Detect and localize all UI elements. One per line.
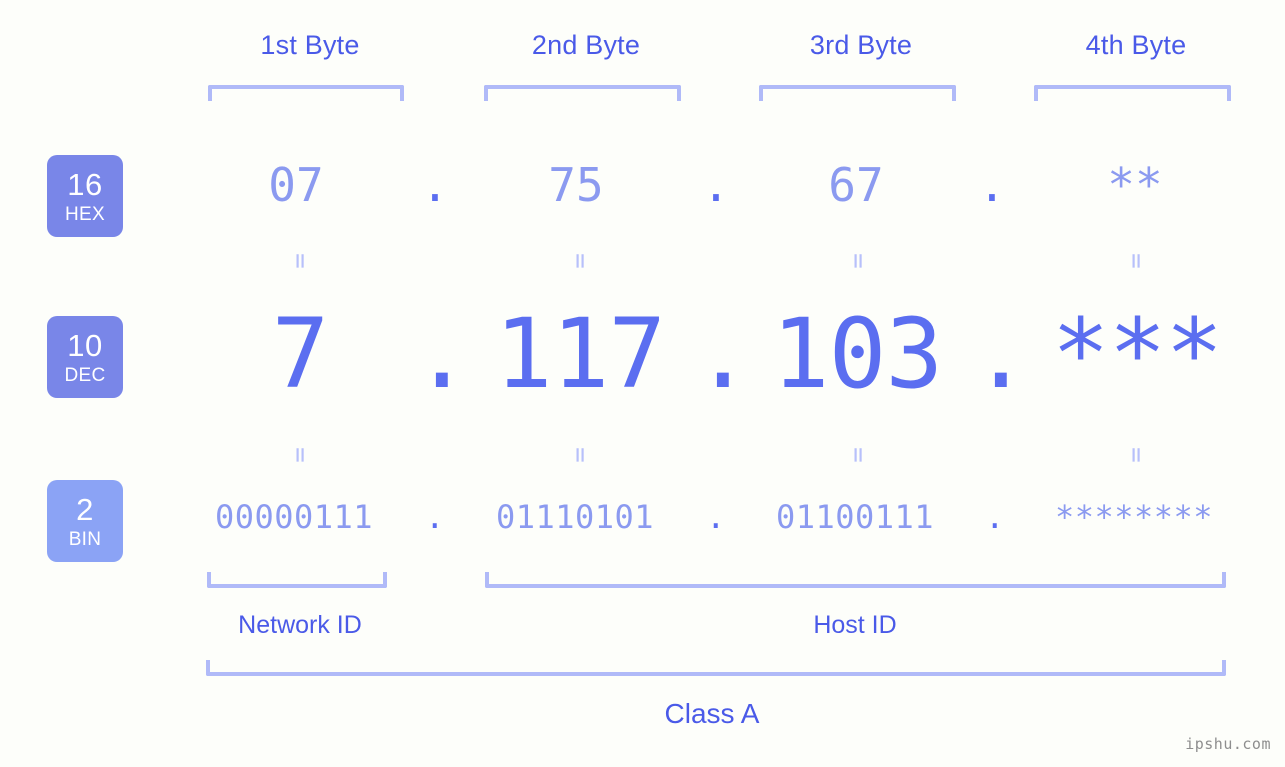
- bin-value-byte-1: 00000111: [214, 498, 374, 536]
- base-badge-hex: 16 HEX: [47, 155, 123, 237]
- equals-dec-bin-4: =: [1121, 447, 1151, 463]
- class-label: Class A: [664, 698, 760, 729]
- equals-hex-dec-2: =: [565, 253, 595, 269]
- class-bracket: [206, 660, 1226, 676]
- hex-value-byte-2: 75: [548, 158, 604, 212]
- base-badge-hex-name: HEX: [65, 203, 105, 225]
- hex-value-byte-1: 07: [268, 158, 324, 212]
- byte-bracket-2: [484, 85, 681, 101]
- dec-value-byte-3: 103: [771, 298, 943, 410]
- base-badge-dec-name: DEC: [64, 364, 106, 386]
- equals-dec-bin-2: =: [565, 447, 595, 463]
- base-badge-bin-name: BIN: [68, 528, 102, 550]
- host-id-bracket: [485, 572, 1226, 588]
- base-badge-hex-number: 16: [67, 166, 103, 202]
- dec-value-byte-1: 7: [271, 298, 330, 410]
- ip-breakdown-diagram: 1st Byte 2nd Byte 3rd Byte 4th Byte 16 H…: [0, 0, 1285, 767]
- byte-header-2: 2nd Byte: [531, 30, 641, 60]
- dec-separator-1: .: [413, 298, 471, 410]
- base-badge-bin: 2 BIN: [47, 480, 123, 562]
- equals-dec-bin-3: =: [843, 447, 873, 463]
- network-id-bracket: [207, 572, 387, 588]
- base-badge-bin-number: 2: [76, 491, 94, 527]
- bin-value-byte-2: 01110101: [495, 498, 655, 536]
- byte-header-4: 4th Byte: [1085, 30, 1187, 60]
- byte-bracket-1: [208, 85, 404, 101]
- byte-header-3: 3rd Byte: [809, 30, 913, 60]
- byte-header-1: 1st Byte: [260, 30, 360, 60]
- equals-dec-bin-1: =: [285, 447, 315, 463]
- equals-hex-dec-4: =: [1121, 253, 1151, 269]
- base-badge-dec-number: 10: [67, 327, 103, 363]
- host-id-label: Host ID: [813, 611, 897, 639]
- hex-value-byte-4: **: [1107, 158, 1163, 212]
- hex-value-byte-3: 67: [828, 158, 884, 212]
- base-badge-dec: 10 DEC: [47, 316, 123, 398]
- site-watermark: ipshu.com: [1185, 735, 1271, 753]
- byte-bracket-4: [1034, 85, 1231, 101]
- network-id-label: Network ID: [238, 611, 362, 639]
- byte-bracket-3: [759, 85, 956, 101]
- bin-value-byte-4: ********: [1054, 498, 1214, 536]
- equals-hex-dec-1: =: [285, 253, 315, 269]
- bin-value-byte-3: 01100111: [775, 498, 935, 536]
- dec-value-byte-4: ***: [1051, 298, 1223, 410]
- dec-separator-3: .: [972, 298, 1030, 410]
- equals-hex-dec-3: =: [843, 253, 873, 269]
- dec-value-byte-2: 117: [494, 298, 666, 410]
